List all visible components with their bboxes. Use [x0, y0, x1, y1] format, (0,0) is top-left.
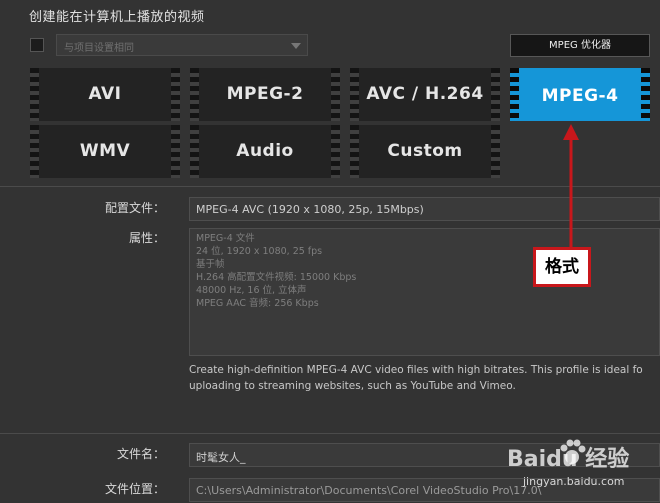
- match-project-dropdown[interactable]: 与项目设置相同: [56, 34, 308, 56]
- properties-list: MPEG-4 文件 24 位, 1920 x 1080, 25 fps 基于帧 …: [196, 232, 356, 310]
- format-tile-avi[interactable]: AVI: [30, 68, 180, 121]
- file-location-label: 文件位置：: [104, 482, 165, 496]
- format-tile-mpeg4[interactable]: MPEG-4: [510, 68, 650, 121]
- format-tile-wmv[interactable]: WMV: [30, 125, 180, 178]
- annotation-arrow: [563, 124, 579, 248]
- properties-line: MPEG-4 文件: [196, 233, 255, 244]
- file-name-label: 文件名：: [116, 447, 165, 461]
- match-project-dropdown-value: 与项目设置相同: [64, 43, 134, 54]
- properties-line: MPEG AAC 音频: 256 Kbps: [196, 298, 319, 309]
- properties-line: 24 位, 1920 x 1080, 25 fps: [196, 246, 323, 257]
- profile-label: 配置文件：: [104, 201, 165, 215]
- description-line: uploading to streaming websites, such as…: [189, 379, 516, 392]
- format-tile-label: Custom: [387, 141, 463, 161]
- chevron-down-icon: [291, 43, 301, 49]
- format-tile-mpeg2[interactable]: MPEG-2: [190, 68, 340, 121]
- format-tile-label: Audio: [236, 141, 294, 161]
- annotation-label: 格式: [533, 247, 591, 287]
- format-tile-label: AVC / H.264: [366, 84, 484, 104]
- properties-line: H.264 高配置文件视频: 15000 Kbps: [196, 272, 357, 283]
- format-tile-custom[interactable]: Custom: [350, 125, 500, 178]
- profile-dropdown[interactable]: MPEG-4 AVC (1920 x 1080, 25p, 15Mbps): [189, 197, 660, 221]
- properties-line: 基于帧: [196, 259, 225, 270]
- match-project-checkbox[interactable]: [30, 38, 44, 52]
- mpeg-optimizer-button[interactable]: MPEG 优化器: [510, 34, 650, 57]
- format-tile-label: MPEG-4: [541, 86, 619, 106]
- watermark-text: Baidu 经验: [507, 447, 630, 472]
- file-name-value: 时髦女人_: [196, 451, 246, 464]
- profile-value: MPEG-4 AVC (1920 x 1080, 25p, 15Mbps): [196, 203, 424, 216]
- format-tile-label: MPEG-2: [226, 84, 304, 104]
- format-tile-label: AVI: [88, 84, 122, 104]
- properties-line: 48000 Hz, 16 位, 立体声: [196, 285, 307, 296]
- section-title: 创建能在计算机上播放的视频: [29, 10, 205, 25]
- annotation-arrowhead: [563, 124, 579, 140]
- format-tile-label: WMV: [79, 141, 131, 161]
- description-line: Create high-definition MPEG-4 AVC video …: [189, 364, 643, 376]
- properties-label: 属性：: [128, 231, 165, 245]
- format-tile-audio[interactable]: Audio: [190, 125, 340, 178]
- format-tile-avc-h264[interactable]: AVC / H.264: [350, 68, 500, 121]
- baidu-watermark: Baidu 经验 jingyan.baidu.com: [507, 431, 647, 495]
- file-location-value: C:\Users\Administrator\Documents\Corel V…: [196, 484, 542, 497]
- watermark-url: jingyan.baidu.com: [523, 475, 625, 488]
- profile-description: Create high-definition MPEG-4 AVC video …: [189, 363, 660, 394]
